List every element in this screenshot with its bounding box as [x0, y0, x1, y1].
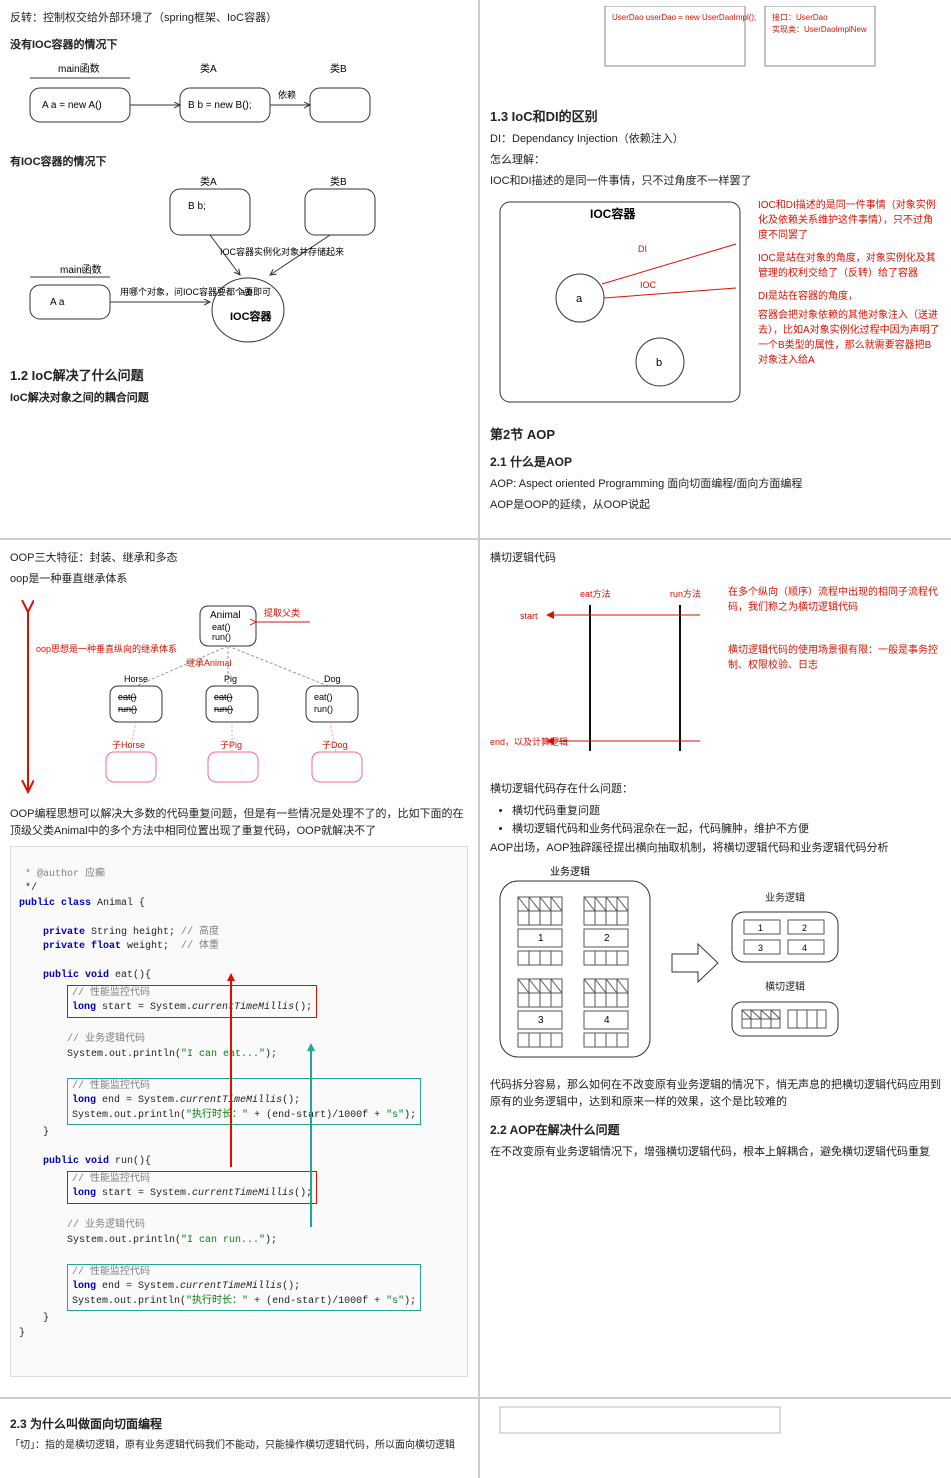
- classB-label: 类B: [330, 62, 347, 75]
- svg-text:run(): run(): [214, 704, 233, 714]
- userdao-boxes: UserDao userDao = new UserDaoImpl(); 接口：…: [490, 6, 910, 96]
- svg-text:a: a: [576, 293, 583, 305]
- ioc-note4: 容器会把对象依赖的其他对象注入（送进去），比如A对象实例化过程中因为声明了一个B…: [758, 308, 941, 368]
- svg-text:4: 4: [802, 943, 807, 953]
- svg-text:eat(): eat(): [314, 692, 333, 702]
- svg-text:1: 1: [538, 933, 544, 944]
- cross-after-label: 横切逻辑: [730, 980, 840, 996]
- cross-title: 横切逻辑代码: [490, 550, 941, 567]
- ioc-note3: DI是站在容器的角度，: [758, 289, 941, 304]
- svg-text:Pig: Pig: [224, 674, 237, 684]
- svg-text:继承Animal: 继承Animal: [186, 657, 232, 668]
- svg-text:start: start: [520, 611, 538, 621]
- h-sec2: 第2节 AOP: [490, 424, 941, 443]
- svg-text:Horse: Horse: [124, 674, 148, 684]
- p-1-2: IoC解决对象之间的耦合问题: [10, 390, 468, 407]
- svg-text:DI: DI: [638, 244, 647, 254]
- svg-text:eat(): eat(): [214, 692, 233, 702]
- ioc-note2: IOC是站在对象的角度，对象实例化及其管理的权利交给了（反转）给了容器: [758, 251, 941, 281]
- h-1-3: 1.3 IoC和DI的区别: [490, 106, 941, 125]
- svg-text:UserDao userDao = new UserDaoI: UserDao userDao = new UserDaoImpl();: [612, 13, 756, 22]
- svg-text:IOC容器: IOC容器: [590, 206, 636, 221]
- no-ioc-diagram: main函数 A a = new A() 类A B b = new B(); 依…: [10, 58, 450, 138]
- aop-out: AOP出场，AOP独辟蹊径提出横向抽取机制，将横切逻辑代码和业务逻辑代码分析: [490, 840, 941, 857]
- svg-text:oop思想是一种垂直纵向的继承体系: oop思想是一种垂直纵向的继承体系: [36, 643, 177, 654]
- svg-text:3: 3: [758, 943, 763, 953]
- cross-note1: 在多个纵向（顺序）流程中出现的相同子流程代码，我们称之为横切逻辑代码: [728, 585, 941, 615]
- svg-text:run(): run(): [212, 632, 231, 642]
- same-thing: IOC和DI描述的是同一件事情，只不过角度不一样罢了: [490, 173, 941, 190]
- svg-text:eat(): eat(): [212, 622, 231, 632]
- ioc-di-diagram: IOC容器 a b DI IOC: [490, 194, 750, 414]
- biz-after: 1 2 3 4: [730, 910, 840, 966]
- oop-para: OOP编程思想可以解决大多数的代码重复问题，但是有一些情况是处理不了的，比如下面…: [10, 806, 468, 840]
- cut-def: 「切」：指的是横切逻辑，原有业务逻辑代码我们不能动，只能操作横切逻辑代码，所以面…: [10, 1438, 468, 1454]
- h-2-3: 2.3 为什么叫做面向切面编程: [10, 1415, 468, 1432]
- di-def: DI：Dependancy Injection（依赖注入）: [490, 131, 941, 148]
- code-block: * @author 应癫 */ public class Animal { pr…: [10, 846, 468, 1377]
- svg-text:类A: 类A: [200, 175, 217, 188]
- p-2-2: 在不改变原有业务逻辑情况下，增强横切逻辑代码，根本上解耦合，避免横切逻辑代码重复: [490, 1144, 941, 1161]
- cross-diagram: eat方法 run方法 start end，以及计算逻辑: [490, 581, 720, 761]
- svg-text:接口：UserDao: 接口：UserDao: [772, 12, 828, 22]
- cross-after: [730, 1000, 840, 1040]
- svg-text:b: b: [656, 357, 662, 369]
- svg-text:Dog: Dog: [324, 674, 341, 684]
- svg-text:run(): run(): [118, 704, 137, 714]
- svg-text:子Dog: 子Dog: [322, 740, 348, 750]
- with-ioc-diagram: 类A B b; 类B IOC容器实例化对象并存储起来 main函数 A a 用哪…: [10, 175, 450, 355]
- inheritance-diagram: oop思想是一种垂直纵向的继承体系 Animal eat() run() 提取父…: [10, 592, 450, 802]
- no-ioc-title: 没有IOC容器的情况下: [10, 37, 468, 54]
- svg-text:子Pig: 子Pig: [220, 740, 242, 750]
- biz-after-label: 业务逻辑: [730, 891, 840, 907]
- svg-text:eat(): eat(): [118, 692, 137, 702]
- svg-text:业务逻辑: 业务逻辑: [550, 865, 590, 878]
- split-para: 代码拆分容易，那么如何在不改变原有业务逻辑的情况下，悄无声息的把横切逻辑代码应用…: [490, 1077, 941, 1111]
- oop-vert: oop是一种垂直继承体系: [10, 571, 468, 588]
- b-new: B b = new B();: [188, 100, 252, 111]
- svg-text:2: 2: [802, 923, 807, 933]
- svg-text:1: 1: [758, 923, 763, 933]
- main-fn-label: main函数: [58, 62, 100, 75]
- arrow-icon: [670, 938, 720, 988]
- svg-text:A a: A a: [50, 297, 65, 308]
- svg-text:子Horse: 子Horse: [112, 740, 145, 750]
- svg-text:2: 2: [604, 933, 610, 944]
- svg-text:run方法: run方法: [670, 588, 701, 599]
- svg-text:4: 4: [604, 1015, 610, 1026]
- svg-text:B b;: B b;: [188, 201, 206, 212]
- biz-before: 业务逻辑 1 2 3: [490, 863, 660, 1063]
- ioc-note1: IOC和DI描述的是同一件事情（对象实例化及依赖关系维护这件事情），只不过角度不…: [758, 198, 941, 243]
- svg-text:3: 3: [538, 1015, 544, 1026]
- cross-q: 横切逻辑代码存在什么问题：: [490, 781, 941, 798]
- svg-text:提取父类: 提取父类: [264, 607, 300, 618]
- svg-text:eat方法: eat方法: [580, 588, 611, 599]
- svg-text:end，以及计算逻辑: end，以及计算逻辑: [490, 736, 568, 747]
- a-new: A a = new A(): [42, 100, 102, 111]
- svg-text:run(): run(): [314, 704, 333, 714]
- h-1-2: 1.2 IoC解决了什么问题: [10, 365, 468, 384]
- depend-label: 依赖: [278, 89, 296, 100]
- cross-note2: 横切逻辑代码的使用场景很有限：一般是事务控制、权限校验、日志: [728, 643, 941, 673]
- svg-text:a,b: a,b: [240, 287, 253, 297]
- cross-list: 横切代码重复问题 横切逻辑代码和业务代码混杂在一起，代码臃肿，维护不方便: [512, 802, 941, 836]
- aop-ext: AOP是OOP的延续，从OOP说起: [490, 497, 941, 514]
- svg-text:实现类：UserDaoImplNew: 实现类：UserDaoImplNew: [772, 24, 867, 34]
- svg-text:IOC容器实例化对象并存储起来: IOC容器实例化对象并存储起来: [220, 246, 344, 257]
- h-2-2: 2.2 AOP在解决什么问题: [490, 1121, 941, 1138]
- h-2-1: 2.1 什么是AOP: [490, 453, 941, 470]
- top-line: 反转：控制权交给外部环境了（spring框架、IoC容器）: [10, 10, 468, 27]
- svg-text:Animal: Animal: [210, 610, 241, 621]
- how: 怎么理解：: [490, 152, 941, 169]
- oop-3: OOP三大特征：封装、继承和多态: [10, 550, 468, 567]
- placeholder-box: [490, 1405, 790, 1435]
- svg-text:IOC: IOC: [640, 280, 657, 290]
- svg-text:IOC容器: IOC容器: [230, 309, 273, 323]
- aop-def: AOP: Aspect oriented Programming 面向切面编程/…: [490, 476, 941, 493]
- with-ioc-title: 有IOC容器的情况下: [10, 154, 468, 171]
- svg-text:main函数: main函数: [60, 263, 102, 276]
- classA-label: 类A: [200, 62, 217, 75]
- svg-text:类B: 类B: [330, 175, 347, 188]
